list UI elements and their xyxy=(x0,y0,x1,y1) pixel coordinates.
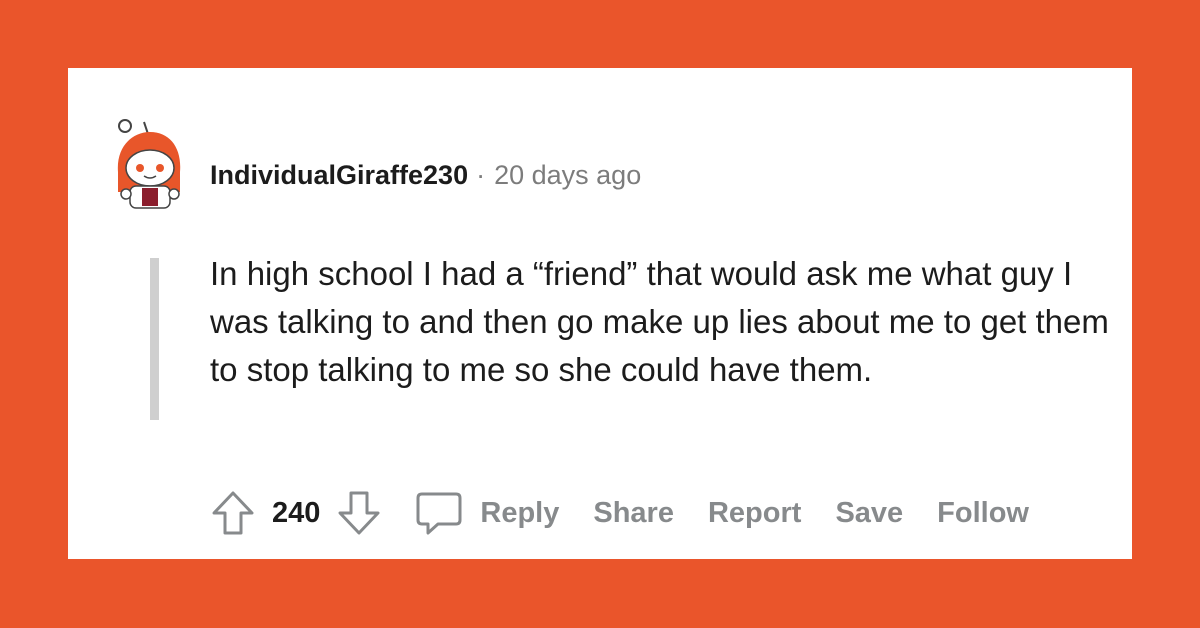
vote-count: 240 xyxy=(272,496,321,529)
timestamp: 20 days ago xyxy=(494,160,642,190)
speech-bubble-icon xyxy=(416,492,462,535)
downvote-arrow-icon xyxy=(338,491,380,535)
action-bar: 240 Reply Share Report Save Follow xyxy=(210,488,1063,538)
comment-meta: IndividualGiraffe230 · 20 days ago xyxy=(210,159,641,191)
save-button[interactable]: Save xyxy=(835,497,903,530)
username[interactable]: IndividualGiraffe230 xyxy=(210,160,468,190)
comment-body: In high school I had a “friend” that wou… xyxy=(210,255,1109,388)
snoo-avatar-icon xyxy=(117,119,181,209)
share-button[interactable]: Share xyxy=(593,497,674,530)
avatar[interactable] xyxy=(108,112,188,212)
follow-button[interactable]: Follow xyxy=(937,497,1029,530)
separator-dot: · xyxy=(476,160,486,190)
thread-line[interactable] xyxy=(150,258,159,420)
reply-button[interactable]: Reply xyxy=(480,497,559,530)
upvote-arrow-icon xyxy=(212,491,254,535)
reply-icon-button[interactable] xyxy=(414,489,464,537)
report-button[interactable]: Report xyxy=(708,497,801,530)
comment-card: IndividualGiraffe230 · 20 days ago In high… xyxy=(68,68,1132,559)
downvote-button[interactable] xyxy=(336,489,382,537)
upvote-button[interactable] xyxy=(210,489,256,537)
